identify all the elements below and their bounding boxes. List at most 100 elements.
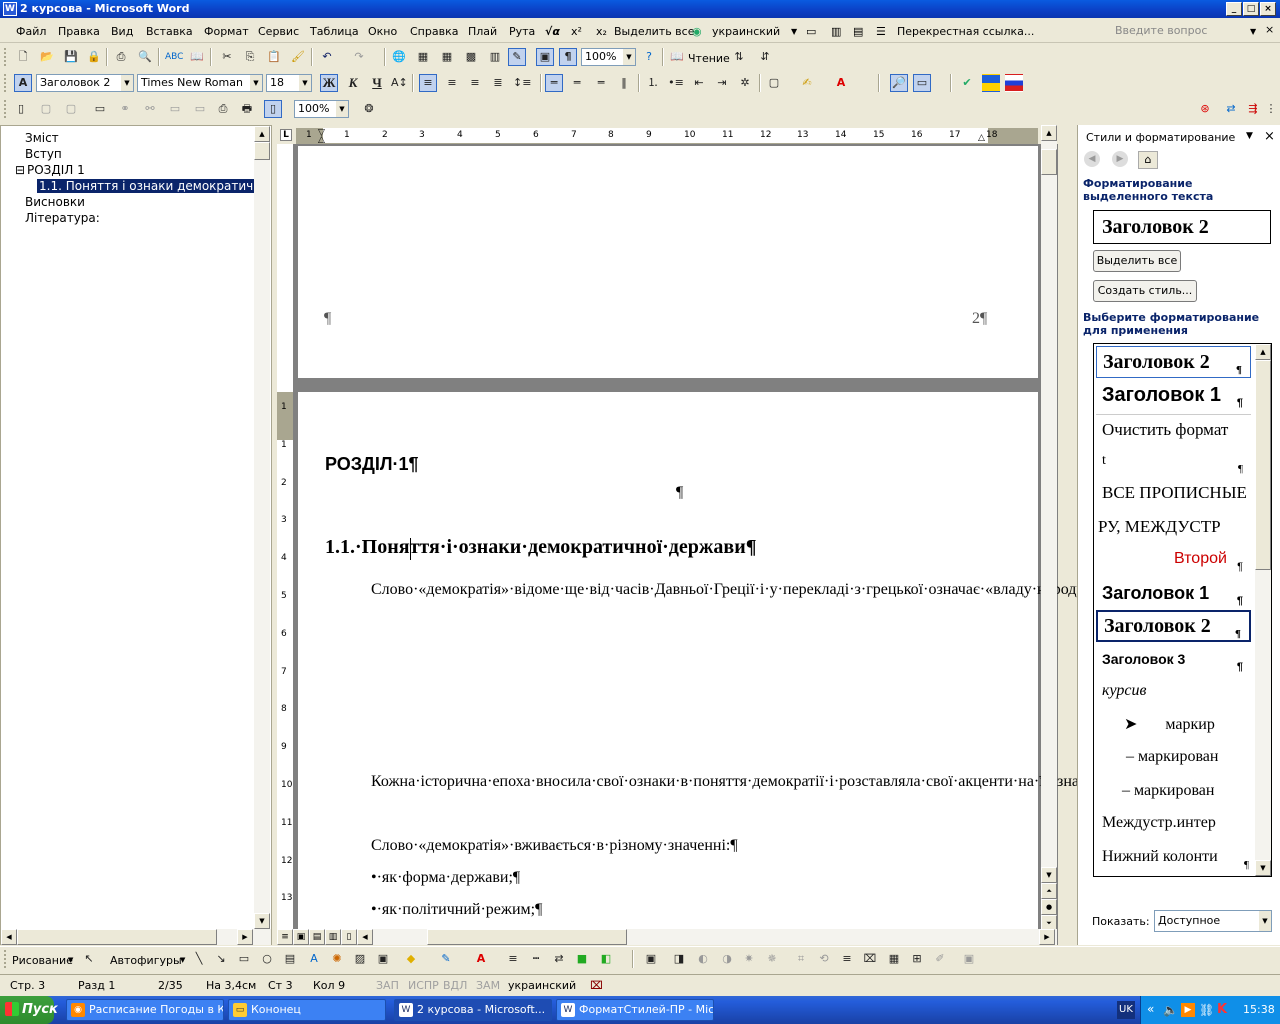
status-record[interactable]: ЗАП <box>376 979 399 992</box>
menu-plai[interactable]: Плай <box>468 25 497 38</box>
font-dropdown-icon[interactable]: ▼ <box>250 75 262 91</box>
minimize-button[interactable]: _ <box>1226 2 1242 16</box>
style-combo[interactable]: Заголовок 2 ▼ <box>36 74 134 92</box>
save-icon[interactable]: 💾 <box>62 48 80 66</box>
triple-line-icon[interactable]: ═ <box>592 74 610 92</box>
highlight-icon[interactable]: ✍ <box>798 74 816 92</box>
nav-vertical-scrollbar[interactable]: ▲ ▼ <box>254 126 270 929</box>
style-item-heading2-b[interactable]: Заголовок 2 ¶ <box>1096 610 1251 642</box>
toc-icon[interactable]: ▤ <box>853 25 863 38</box>
format-picture-icon[interactable]: ⊞ <box>908 950 926 968</box>
align-right-icon[interactable]: ≡ <box>466 74 484 92</box>
style-item-line-spacing[interactable]: Междустр.интер <box>1096 808 1251 840</box>
scroll-left-icon[interactable]: ◀ <box>1 929 17 945</box>
numbering-icon[interactable]: ⒈ <box>644 74 662 92</box>
language-dropdown-icon[interactable]: ▼ <box>791 27 797 36</box>
equation-icon[interactable]: √α <box>545 25 560 38</box>
distributed-icon[interactable]: ‖ <box>615 74 633 92</box>
research-icon[interactable]: 📖 <box>188 48 206 66</box>
paragraph-2[interactable]: Кожна·історична·епоха·вносила·свої·ознак… <box>325 766 1145 798</box>
russia-flag-icon[interactable] <box>1005 74 1023 92</box>
italic-button[interactable]: К <box>344 74 362 92</box>
scroll-right-icon[interactable]: ▶ <box>237 929 253 945</box>
web-view-icon[interactable]: ▣ <box>293 929 309 945</box>
unlink-icon[interactable]: ⚯ <box>141 100 159 118</box>
back-icon[interactable]: ◀ <box>1084 151 1100 167</box>
single-line-icon[interactable]: ═ <box>545 74 563 92</box>
diagram-icon[interactable]: ✺ <box>328 950 346 968</box>
autoshapes-dropdown-icon[interactable]: ▼ <box>180 956 185 964</box>
sort-za-icon[interactable]: ⇵ <box>756 48 774 66</box>
crop-icon[interactable]: ⌗ <box>792 950 810 968</box>
style-item-allcaps[interactable]: ВСЕ ПРОПИСНЫЕ <box>1096 478 1251 510</box>
zoom-dropdown-icon[interactable]: ▼ <box>623 49 635 65</box>
show-hide-icon[interactable]: ¶ <box>559 48 577 66</box>
next-icon[interactable]: ▭ <box>191 100 209 118</box>
styles-scrollbar[interactable]: ▲ ▼ <box>1255 344 1271 876</box>
tray-clock[interactable]: 15:38 <box>1243 1003 1275 1016</box>
insert-picture-icon[interactable]: ▣ <box>642 950 660 968</box>
oval-icon[interactable]: ○ <box>258 950 276 968</box>
print-icon[interactable]: ⎙ <box>112 48 130 66</box>
doc-scroll-left-icon[interactable]: ◀ <box>357 929 373 945</box>
doc-scroll-thumb[interactable] <box>1041 149 1057 175</box>
font-size-combo[interactable]: 18 ▼ <box>266 74 312 92</box>
current-style-box[interactable]: Заголовок 2 <box>1093 210 1271 244</box>
style-item-heading2[interactable]: Заголовок 2 ¶ <box>1096 346 1251 378</box>
insert-table-icon[interactable]: ▦ <box>438 48 456 66</box>
char-scale-icon[interactable]: A↕ <box>390 74 408 92</box>
doc-scroll-right-icon[interactable]: ▶ <box>1039 929 1055 945</box>
right-indent-marker[interactable]: △ <box>978 133 985 143</box>
draw-menu[interactable]: Рисование <box>12 954 73 967</box>
nav-collapse-icon[interactable]: ⊟ <box>15 163 25 177</box>
scroll-up-icon[interactable]: ▲ <box>254 126 270 142</box>
document-horizontal-scrollbar[interactable]: ≡ ▣ ▤ ▥ ▯ ◀ ▶ <box>277 929 1057 945</box>
previous-page-icon[interactable]: ▢ <box>37 100 55 118</box>
tables-borders-icon[interactable]: ▦ <box>414 48 432 66</box>
text-wrap-icon[interactable]: ▦ <box>885 950 903 968</box>
cross-reference-menu[interactable]: Перекрестная ссылка... <box>897 25 1034 38</box>
style-item-heading1[interactable]: Заголовок 1 ¶ <box>1096 380 1251 412</box>
contrast-icon[interactable]: ◐ <box>694 950 712 968</box>
tray-expand-icon[interactable]: « <box>1147 1002 1154 1016</box>
line-weight-icon[interactable]: ≡ <box>838 950 856 968</box>
status-overtype[interactable]: ЗАМ <box>476 979 500 992</box>
addin-icon-1[interactable]: ⊛ <box>1196 100 1214 118</box>
styles-scroll-down-icon[interactable]: ▼ <box>1255 860 1271 876</box>
print-preview-icon-2[interactable]: 🖶 <box>238 100 256 118</box>
brightness-icon[interactable]: ◑ <box>718 950 736 968</box>
style-dropdown-icon[interactable]: ▼ <box>121 75 133 91</box>
style-item-heading3[interactable]: Заголовок 3 ¶ <box>1096 644 1251 676</box>
textbox-icon[interactable]: ▤ <box>281 950 299 968</box>
subscript-icon[interactable]: x₂ <box>596 25 607 38</box>
open-icon[interactable]: 📂 <box>38 48 56 66</box>
styles-scroll-thumb[interactable] <box>1255 360 1271 570</box>
dash-style-icon[interactable]: ┅ <box>527 950 545 968</box>
task-explorer[interactable]: ▭ Кононец <box>228 999 386 1021</box>
language-menu[interactable]: украинский <box>712 25 780 38</box>
decrease-indent-icon[interactable]: ⇤ <box>690 74 708 92</box>
zoom-combo-2[interactable]: 100% ▼ <box>294 100 349 118</box>
ask-dropdown-icon[interactable]: ▼ <box>1250 27 1256 36</box>
menu-format[interactable]: Формат <box>204 25 249 38</box>
next-page-icon[interactable]: ▢ <box>62 100 80 118</box>
copy-icon[interactable]: ⎘ <box>241 48 259 66</box>
browse-object-icon[interactable]: ● <box>1041 899 1057 915</box>
spelling-icon[interactable]: ABC <box>164 48 183 66</box>
toolbar-grip[interactable] <box>4 48 7 66</box>
asian-layout-icon[interactable]: ✲ <box>736 74 754 92</box>
title-bar[interactable]: W 2 курсова - Microsoft Word _ □ × <box>0 0 1280 18</box>
scroll-thumb[interactable] <box>254 142 270 160</box>
find-icon[interactable]: 🔎 <box>890 74 908 92</box>
tray-network-icon[interactable]: ⛓ <box>1199 1003 1214 1017</box>
print-view-icon[interactable]: ▤ <box>309 929 325 945</box>
task-firefox[interactable]: ◉ Расписание Погоды в К... <box>66 999 224 1021</box>
h-scroll-thumb[interactable] <box>17 929 217 945</box>
insert-excel-icon[interactable]: ▩ <box>462 48 480 66</box>
one-page-icon[interactable]: ▯ <box>264 100 282 118</box>
status-track[interactable]: ИСПР <box>408 979 439 992</box>
menu-view[interactable]: Вид <box>111 25 133 38</box>
autoshapes-menu[interactable]: Автофигуры <box>110 954 182 967</box>
toolbar-grip[interactable] <box>4 100 7 118</box>
line-icon[interactable]: ╲ <box>190 950 208 968</box>
